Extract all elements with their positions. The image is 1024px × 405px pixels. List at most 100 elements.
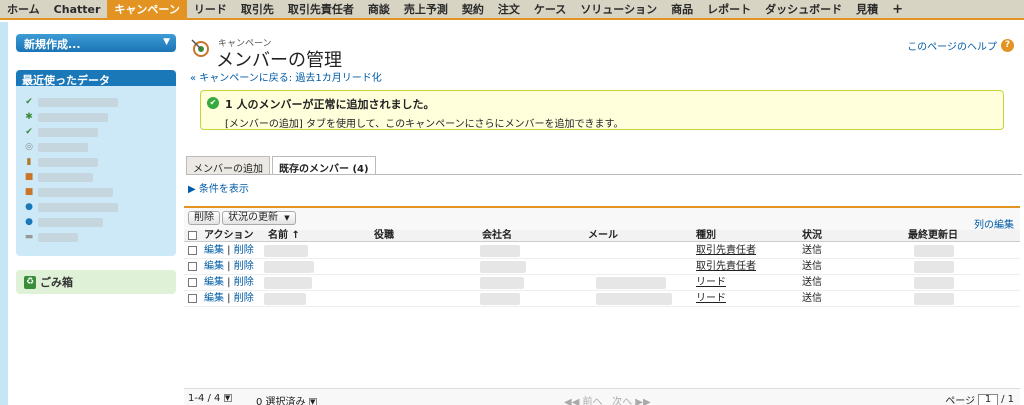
- tab-dashboards[interactable]: ダッシュボード: [758, 0, 849, 18]
- col-email[interactable]: メール: [588, 230, 618, 242]
- record-count-selector[interactable]: 1-4 / 4 ▼: [188, 393, 232, 404]
- select-all-checkbox[interactable]: [188, 231, 197, 240]
- edit-link[interactable]: 編集: [204, 277, 224, 288]
- show-filters-link[interactable]: ▶ 条件を表示: [188, 180, 249, 195]
- triangle-right-icon: ▶: [188, 184, 196, 195]
- recent-item[interactable]: ✱: [24, 111, 164, 123]
- tab-contracts[interactable]: 契約: [455, 0, 491, 18]
- tab-orders[interactable]: 注文: [491, 0, 527, 18]
- type-link[interactable]: リード: [696, 277, 726, 288]
- recent-item[interactable]: ✔: [24, 96, 164, 108]
- sidebar: 新規作成... ▼ 最近使ったデータ ✔ ✱ ✔ ◎ ▮ ■ ■ ● ● ▬ ♻…: [8, 22, 180, 405]
- recycle-bin-label: ごみ箱: [40, 276, 73, 289]
- col-type[interactable]: 種別: [696, 230, 716, 242]
- campaign-icon: ✔: [25, 97, 33, 107]
- redacted-date: [914, 293, 954, 305]
- page-number-input[interactable]: 1: [978, 393, 999, 405]
- update-status-button[interactable]: 状況の更新 ▼: [222, 211, 296, 225]
- tab-forecasts[interactable]: 売上予測: [397, 0, 455, 18]
- col-name[interactable]: 名前 ↑: [268, 230, 300, 242]
- account-icon: ■: [24, 172, 34, 182]
- row-checkbox[interactable]: [188, 278, 197, 287]
- pagination-bar: 1-4 / 4 ▼ 0 選択済み ▼ ◀◀ 前へ 次へ ▶▶ ページ 1 / 1: [184, 388, 1020, 405]
- tab-cases[interactable]: ケース: [527, 0, 573, 18]
- row-checkbox[interactable]: [188, 262, 197, 271]
- account-icon: ■: [24, 187, 34, 197]
- trash-icon: ♻: [24, 275, 36, 289]
- col-title[interactable]: 役職: [374, 230, 394, 242]
- delete-link[interactable]: 削除: [234, 261, 254, 272]
- redacted-date: [914, 245, 954, 257]
- members-table: アクション 名前 ↑ 役職 会社名 メール 種別 状況 最終更新日 編集 | 削…: [184, 230, 1020, 388]
- create-new-label: 新規作成...: [24, 38, 81, 51]
- redacted-name: [264, 245, 308, 257]
- next-page-link[interactable]: 次へ ▶▶: [612, 397, 651, 405]
- tab-chatter[interactable]: Chatter: [47, 0, 108, 18]
- recent-item[interactable]: ●: [24, 216, 164, 228]
- col-company[interactable]: 会社名: [482, 230, 512, 242]
- col-status[interactable]: 状況: [802, 230, 822, 242]
- edit-link[interactable]: 編集: [204, 293, 224, 304]
- tab-campaigns[interactable]: キャンペーン: [107, 0, 187, 18]
- tab-existing-members[interactable]: 既存のメンバー (4): [272, 156, 376, 175]
- tab-divider: [186, 174, 1022, 175]
- selected-count: 0 選択済み: [256, 397, 306, 405]
- chevron-down-icon: ▼: [163, 37, 170, 47]
- tab-products[interactable]: 商品: [664, 0, 700, 18]
- page-label: ページ: [945, 396, 976, 405]
- tab-opportunities[interactable]: 商談: [361, 0, 397, 18]
- type-link[interactable]: リード: [696, 293, 726, 304]
- tab-quotes[interactable]: 見積: [849, 0, 885, 18]
- create-new-dropdown[interactable]: 新規作成... ▼: [16, 34, 176, 52]
- redacted-company: [480, 261, 526, 273]
- recent-item[interactable]: ▬: [24, 231, 164, 243]
- chevron-down-icon: ▼: [308, 398, 317, 405]
- delete-link[interactable]: 削除: [234, 245, 254, 256]
- help-link[interactable]: このページのヘルプ ?: [907, 38, 1014, 53]
- recent-item[interactable]: ✔: [24, 126, 164, 138]
- tab-all-tabs[interactable]: +: [885, 0, 910, 18]
- redacted-name: [264, 293, 306, 305]
- tab-add-members[interactable]: メンバーの追加: [186, 156, 270, 175]
- selected-count-selector[interactable]: 0 選択済み ▼: [256, 393, 317, 405]
- recent-item[interactable]: ■: [24, 171, 164, 183]
- edit-columns-link[interactable]: 列の編集: [974, 216, 1014, 231]
- check-icon: ✔: [207, 97, 219, 109]
- chevron-down-icon: ▼: [223, 394, 232, 402]
- row-checkbox[interactable]: [188, 294, 197, 303]
- type-link[interactable]: 取引先責任者: [696, 245, 756, 256]
- help-icon: ?: [1001, 39, 1014, 52]
- tab-contacts[interactable]: 取引先責任者: [281, 0, 361, 18]
- help-label: このページのヘルプ: [907, 42, 997, 53]
- row-checkbox[interactable]: [188, 246, 197, 255]
- delete-link[interactable]: 削除: [234, 293, 254, 304]
- recycle-bin-link[interactable]: ♻ ごみ箱: [16, 270, 176, 294]
- back-to-campaign-link[interactable]: « キャンペーンに戻る: 過去1カ月リード化: [190, 69, 382, 84]
- redacted-date: [914, 277, 954, 289]
- redacted-company: [480, 277, 524, 289]
- show-filters-label: 条件を表示: [198, 184, 249, 195]
- recent-item[interactable]: ●: [24, 201, 164, 213]
- redacted-name: [264, 261, 314, 273]
- redacted-company: [480, 245, 520, 257]
- tab-home[interactable]: ホーム: [0, 0, 47, 18]
- recent-item[interactable]: ■: [24, 186, 164, 198]
- recent-item[interactable]: ◎: [24, 141, 164, 153]
- prev-page-link[interactable]: ◀◀ 前へ: [564, 397, 603, 405]
- table-row: 編集 | 削除 取引先責任者 送信: [184, 243, 1020, 259]
- col-last-modified[interactable]: 最終更新日: [908, 230, 958, 242]
- recent-item[interactable]: ▮: [24, 156, 164, 168]
- table-row: 編集 | 削除 リード 送信: [184, 291, 1020, 307]
- delete-button[interactable]: 削除: [188, 211, 220, 225]
- tab-solutions[interactable]: ソリューション: [573, 0, 664, 18]
- recent-items-panel: 最近使ったデータ ✔ ✱ ✔ ◎ ▮ ■ ■ ● ● ▬: [16, 70, 176, 256]
- redacted-company: [480, 293, 520, 305]
- tab-leads[interactable]: リード: [187, 0, 234, 18]
- tab-reports[interactable]: レポート: [700, 0, 758, 18]
- tab-accounts[interactable]: 取引先: [234, 0, 281, 18]
- members-list-panel: 削除 状況の更新 ▼ 列の編集 アクション 名前 ↑ 役職 会社名 メール 種別…: [184, 206, 1020, 405]
- type-link[interactable]: 取引先責任者: [696, 261, 756, 272]
- edit-link[interactable]: 編集: [204, 261, 224, 272]
- delete-link[interactable]: 削除: [234, 277, 254, 288]
- edit-link[interactable]: 編集: [204, 245, 224, 256]
